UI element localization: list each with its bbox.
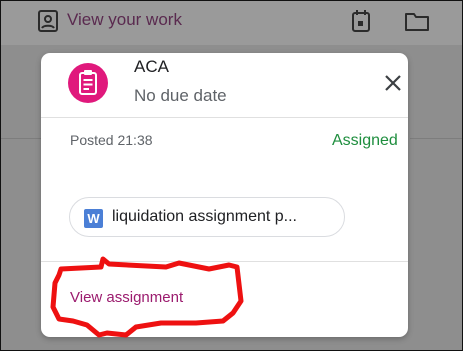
background-header: View your work	[1, 1, 462, 45]
assignment-badge	[68, 63, 108, 103]
attachment-chip[interactable]: W liquidation assignment p...	[69, 197, 345, 237]
clipboard-icon	[79, 70, 97, 95]
view-assignment-link[interactable]: View assignment	[70, 289, 183, 306]
background-divider	[1, 138, 41, 139]
word-doc-icon: W	[84, 209, 103, 228]
calendar-icon[interactable]	[351, 9, 371, 38]
divider	[41, 117, 408, 118]
due-date: No due date	[134, 86, 227, 105]
status-badge: Assigned	[332, 132, 398, 149]
close-icon[interactable]	[381, 71, 405, 95]
view-your-work-link[interactable]: View your work	[67, 10, 182, 30]
posted-time: Posted 21:38	[70, 132, 153, 148]
assignment-title: ACA	[134, 57, 169, 76]
assignment-dialog: ACA No due date Posted 21:38 Assigned W …	[41, 53, 408, 337]
folder-icon[interactable]	[404, 9, 430, 38]
background-divider	[410, 138, 462, 139]
attachment-name: liquidation assignment p...	[112, 208, 297, 225]
screenshot-frame: View your work ACA No due date Posted 21…	[0, 0, 463, 351]
assignment-person-icon	[37, 9, 59, 38]
divider	[41, 261, 408, 262]
